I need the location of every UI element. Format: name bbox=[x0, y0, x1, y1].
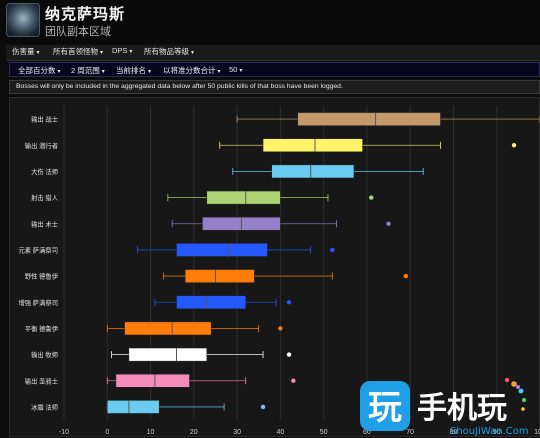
watermark-dot bbox=[511, 381, 517, 387]
metric-menubar: 伤害量 ▾ 所有首领怪物 ▾ DPS ▾ 所有物品等级 ▾ bbox=[6, 45, 540, 61]
watermark-logo: 玩 手机玩 ShouJiWan.Com bbox=[360, 378, 529, 437]
outlier-point bbox=[403, 273, 409, 279]
outlier-point bbox=[278, 326, 283, 331]
watermark-dot bbox=[522, 398, 526, 402]
chevron-down-icon: ▾ bbox=[101, 69, 105, 75]
chevron-down-icon: ▾ bbox=[148, 69, 152, 75]
outlier-point bbox=[369, 195, 374, 200]
x-tick-label: 0 bbox=[105, 429, 109, 436]
iqr-box bbox=[297, 112, 441, 126]
dps-dropdown-label: DPS bbox=[112, 46, 128, 55]
watermark-dot bbox=[521, 407, 525, 411]
ranking-dropdown[interactable]: 当前排名 ▾ bbox=[116, 65, 151, 76]
watermark-brand: 手机玩 bbox=[417, 391, 507, 426]
outlier-point bbox=[386, 221, 391, 226]
metric-dropdown[interactable]: 伤害量 ▾ bbox=[12, 46, 40, 57]
category-label: 元素 萨满祭司 bbox=[18, 245, 58, 254]
x-tick-label: 20 bbox=[190, 429, 198, 436]
watermark-url: ShouJiWan.Com bbox=[450, 426, 529, 437]
chevron-down-icon: ▾ bbox=[36, 50, 40, 56]
timeframe-dropdown[interactable]: 2 周范围 ▾ bbox=[71, 65, 105, 76]
dps-dropdown[interactable]: DPS ▾ bbox=[112, 46, 132, 55]
filter-bar: 全部百分数 ▾ 2 周范围 ▾ 当前排名 ▾ 以将准分数合计 ▾ 50 ▾ bbox=[9, 62, 540, 77]
chevron-down-icon: ▾ bbox=[217, 69, 221, 75]
item-level-dropdown-label: 所有物品等级 bbox=[144, 47, 189, 56]
timeframe-dropdown-label: 2 周范围 bbox=[71, 66, 100, 75]
watermark-dot bbox=[516, 385, 520, 389]
x-tick-label: 40 bbox=[276, 429, 284, 436]
category-label: 平衡 德鲁伊 bbox=[25, 324, 59, 333]
category-label: 输出 潜行者 bbox=[25, 141, 58, 150]
info-notice: Bosses will only be included in the aggr… bbox=[9, 80, 540, 94]
category-label: 输出 圣骑士 bbox=[25, 376, 58, 385]
category-label: 输出 战士 bbox=[31, 115, 58, 124]
outlier-point bbox=[291, 378, 296, 383]
page-subtitle: 团队副本区域 bbox=[45, 26, 111, 38]
boss-portrait-icon bbox=[6, 3, 40, 37]
boss-dropdown-label: 所有首领怪物 bbox=[53, 47, 98, 56]
x-tick-label: 10 bbox=[147, 429, 155, 436]
chevron-down-icon: ▾ bbox=[239, 68, 243, 74]
percentile-dropdown-label: 全部百分数 bbox=[18, 66, 56, 75]
outlier-point bbox=[286, 352, 292, 357]
count-dropdown[interactable]: 50 ▾ bbox=[229, 65, 242, 74]
ranking-dropdown-label: 当前排名 bbox=[116, 66, 146, 75]
item-level-dropdown[interactable]: 所有物品等级 ▾ bbox=[144, 46, 194, 57]
chevron-down-icon: ▾ bbox=[191, 50, 195, 56]
outlier-point bbox=[260, 404, 266, 410]
chevron-down-icon: ▾ bbox=[57, 69, 61, 75]
iqr-box bbox=[262, 138, 363, 153]
iqr-box bbox=[271, 164, 355, 179]
outlier-point bbox=[330, 247, 335, 253]
x-tick-label: 30 bbox=[233, 429, 241, 436]
percentile-dropdown[interactable]: 全部百分数 ▾ bbox=[18, 65, 61, 76]
boss-dropdown[interactable]: 所有首领怪物 ▾ bbox=[53, 46, 103, 57]
watermark-glyph: 玩 bbox=[368, 388, 402, 428]
metric-dropdown-label: 伤害量 bbox=[12, 47, 35, 56]
watermark-dot bbox=[518, 388, 524, 394]
category-label: 射击 猎人 bbox=[31, 193, 59, 202]
page-header: 纳克萨玛斯 团队副本区域 bbox=[0, 0, 540, 44]
category-label: 大伤 法师 bbox=[31, 167, 58, 176]
outlier-point bbox=[286, 300, 292, 305]
x-tick-label: 50 bbox=[320, 429, 328, 436]
x-tick-label: -10 bbox=[59, 429, 69, 436]
iqr-box bbox=[176, 243, 268, 257]
category-label: 野性 德鲁伊 bbox=[25, 272, 59, 281]
iqr-box bbox=[184, 269, 255, 283]
category-label: 输出 牧师 bbox=[31, 350, 58, 359]
chevron-down-icon: ▾ bbox=[100, 50, 104, 56]
category-label: 冰霜 法师 bbox=[31, 402, 58, 411]
iqr-box bbox=[176, 295, 246, 310]
count-dropdown-label: 50 bbox=[229, 65, 238, 74]
iqr-box bbox=[206, 190, 281, 205]
outlier-point bbox=[511, 143, 517, 148]
iqr-box bbox=[128, 347, 208, 362]
category-label: 增强 萨满祭司 bbox=[18, 298, 58, 307]
watermark-dot bbox=[504, 378, 510, 383]
aggregation-dropdown-label: 以将准分数合计 bbox=[163, 66, 216, 75]
aggregation-dropdown[interactable]: 以将准分数合计 ▾ bbox=[163, 65, 221, 76]
iqr-box bbox=[107, 400, 160, 414]
page-title: 纳克萨玛斯 bbox=[45, 6, 126, 23]
category-label: 输出 术士 bbox=[31, 219, 58, 228]
iqr-box bbox=[124, 321, 212, 336]
iqr-box bbox=[115, 373, 190, 388]
chevron-down-icon: ▾ bbox=[129, 49, 133, 55]
